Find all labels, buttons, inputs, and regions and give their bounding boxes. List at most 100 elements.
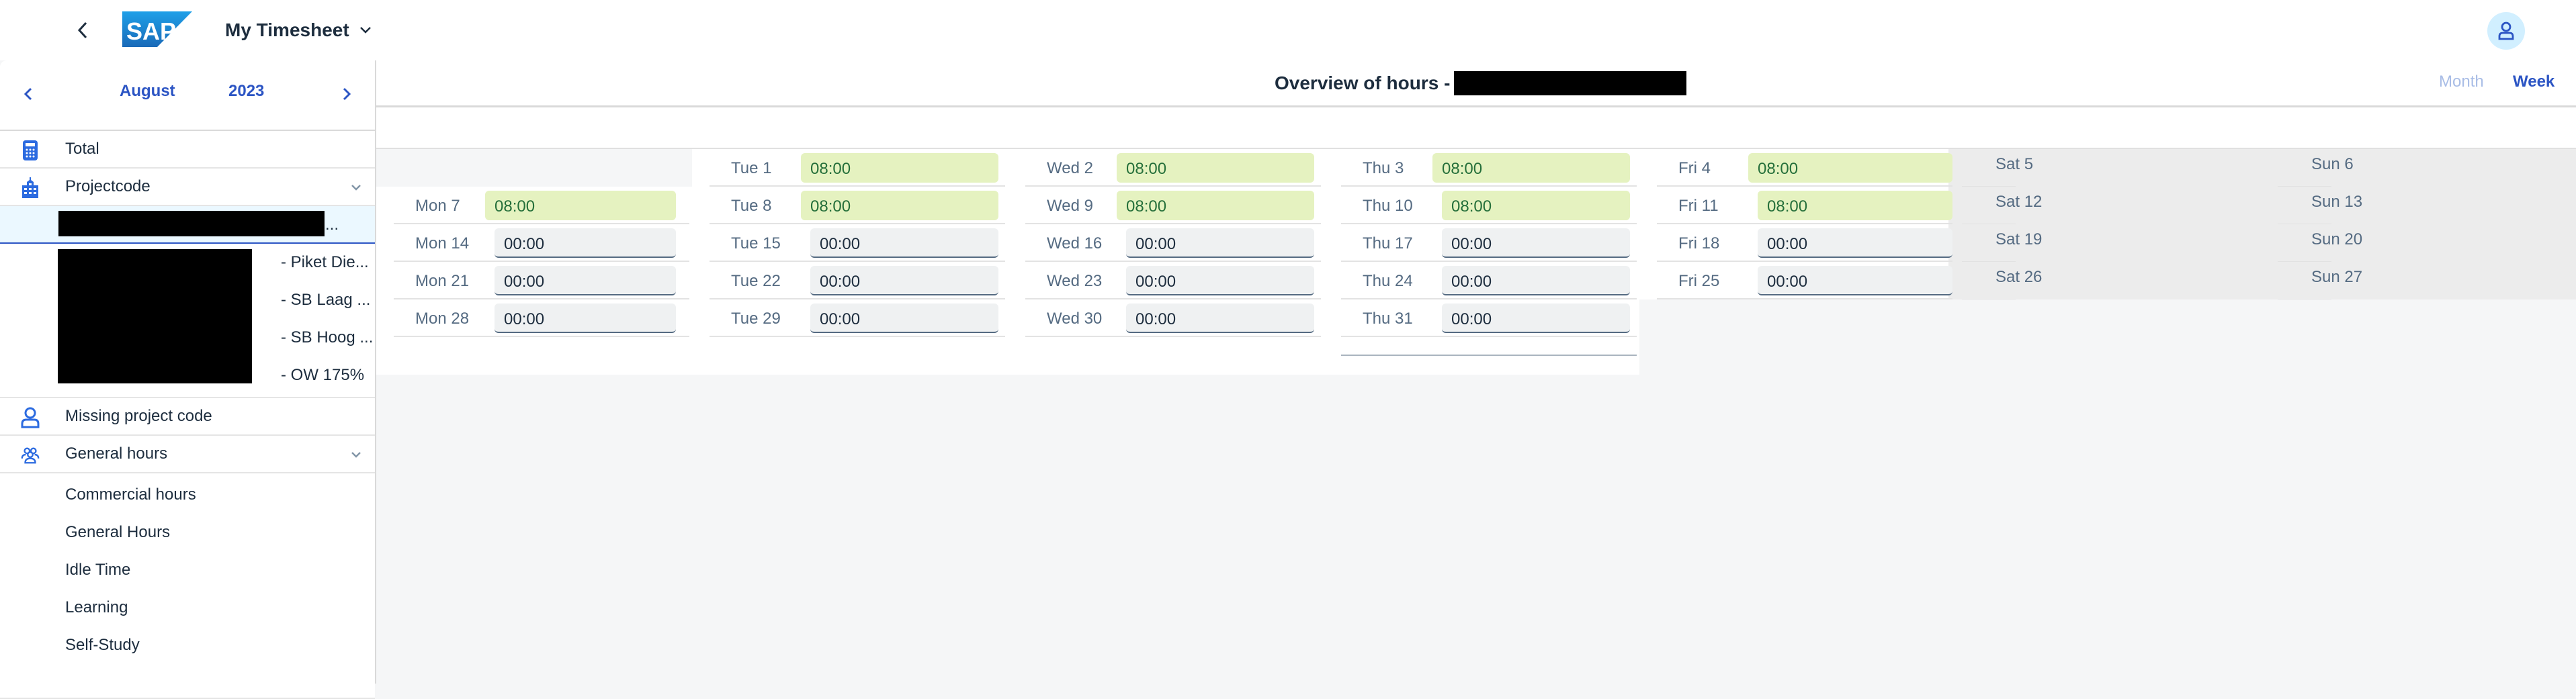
building-icon <box>20 177 40 198</box>
sub-item-self-study[interactable]: Self-Study <box>0 626 375 664</box>
hours-input[interactable]: 08:00 <box>1442 191 1630 220</box>
day-label: Mon 7 <box>415 197 460 215</box>
day-cell: Mon 14 00:00 <box>394 224 689 262</box>
hours-input[interactable]: 00:00 <box>495 304 676 333</box>
day-label: Sun 20 <box>2311 230 2363 248</box>
day-label: Wed 16 <box>1047 234 1103 252</box>
hours-input[interactable]: 00:00 <box>495 228 676 258</box>
chevron-down-icon[interactable] <box>349 448 363 461</box>
view-week-button[interactable]: Week <box>2513 73 2554 91</box>
day-label: Mon 21 <box>415 272 470 290</box>
hours-input[interactable]: 00:00 <box>810 266 998 295</box>
sub-item-commercial-hours[interactable]: Commercial hours <box>0 476 375 514</box>
weekend-area: Sat 5 Sun 6 Sat 12 Sun 13 Sat 19 Sun 20 Sat 26… <box>1948 149 2576 299</box>
group-icon <box>20 445 40 465</box>
hours-input[interactable]: 00:00 <box>1442 228 1630 258</box>
day-cell: Tue 15 00:00 <box>710 224 1005 262</box>
list-item-total[interactable]: Total <box>0 131 375 169</box>
day-cell: Mon 21 00:00 <box>394 262 689 299</box>
day-cell: Tue 8 08:00 <box>710 187 1005 224</box>
day-cell: Fri 11 08:00 <box>1657 187 1952 224</box>
day-label: Wed 30 <box>1047 310 1103 328</box>
day-label: Thu 17 <box>1363 234 1413 252</box>
redacted-employee-name <box>1454 71 1687 95</box>
hours-input[interactable]: 08:00 <box>801 153 998 183</box>
view-month-button[interactable]: Month <box>2439 73 2484 91</box>
year-label[interactable]: 2023 <box>228 82 264 101</box>
page-title: Overview of hours - <box>1275 71 1687 95</box>
sub-item-label: Self-Study <box>65 636 140 654</box>
month-label[interactable]: August <box>120 82 175 101</box>
hours-input[interactable]: 08:00 <box>1117 191 1314 220</box>
hours-input[interactable]: 00:00 <box>1442 266 1630 295</box>
next-month-button[interactable] <box>333 81 360 107</box>
chevron-right-icon <box>343 87 351 101</box>
day-label: Thu 31 <box>1363 310 1413 328</box>
sub-item-learning[interactable]: Learning <box>0 589 375 626</box>
day-label: Fri 25 <box>1678 272 1720 290</box>
day-label: Sat 5 <box>1995 155 2034 173</box>
hours-input[interactable]: 00:00 <box>1758 266 1952 295</box>
day-cell: Tue 29 00:00 <box>710 299 1005 337</box>
hours-input[interactable]: 00:00 <box>1126 228 1314 258</box>
sub-item-idle-time[interactable]: Idle Time <box>0 551 375 589</box>
weekend-day-cell: Sun 6 <box>2278 149 2354 187</box>
hours-input[interactable]: 00:00 <box>1126 304 1314 333</box>
project-subitem[interactable]: - Piket Die... <box>281 253 369 272</box>
project-subitem[interactable]: - SB Laag ... <box>281 291 370 310</box>
list-item-label: Projectcode <box>65 177 151 195</box>
hours-input[interactable]: 08:00 <box>1117 153 1314 183</box>
hours-input[interactable]: 00:00 <box>1442 304 1630 333</box>
sidebar: August 2023 Total Projectcode ... - Pike… <box>0 60 376 699</box>
sub-item-general-hours[interactable]: General Hours <box>0 514 375 551</box>
hours-input[interactable]: 08:00 <box>1432 153 1630 183</box>
weekend-day-cell: Sat 19 <box>1962 224 2042 262</box>
app-title-menu[interactable]: My Timesheet <box>225 15 372 46</box>
previous-month-button[interactable] <box>15 81 42 107</box>
hours-input[interactable]: 08:00 <box>801 191 998 220</box>
hours-input[interactable]: 00:00 <box>495 266 676 295</box>
chevron-left-icon <box>77 21 87 39</box>
hours-input[interactable]: 00:00 <box>1126 266 1314 295</box>
day-label: Tue 22 <box>731 272 781 290</box>
page-title-text: Overview of hours - <box>1275 73 1451 93</box>
hours-input[interactable]: 00:00 <box>810 304 998 333</box>
day-label: Sun 13 <box>2311 193 2363 211</box>
hours-input[interactable]: 00:00 <box>1758 228 1952 258</box>
day-cell: Fri 25 00:00 <box>1657 262 1952 299</box>
app-title: My Timesheet <box>225 19 349 40</box>
sub-item-label: Learning <box>65 598 128 616</box>
day-label: Wed 23 <box>1047 272 1103 290</box>
day-label: Wed 9 <box>1047 197 1093 215</box>
hours-input[interactable]: 00:00 <box>810 228 998 258</box>
list-item-selected-project[interactable]: ... <box>0 206 375 244</box>
project-subitem[interactable]: - SB Hoog ... <box>281 328 373 347</box>
list-item-missing-project-code[interactable]: Missing project code <box>0 398 375 436</box>
day-label: Tue 1 <box>731 159 772 177</box>
hours-input[interactable]: 08:00 <box>1748 153 1952 183</box>
day-label: Sun 6 <box>2311 155 2354 173</box>
weekend-day-cell: Sun 20 <box>2278 224 2362 262</box>
day-cell: Wed 16 00:00 <box>1025 224 1321 262</box>
day-cell: Tue 22 00:00 <box>710 262 1005 299</box>
month-navigator: August 2023 <box>0 60 375 131</box>
hours-input[interactable]: 08:00 <box>1758 191 1952 220</box>
day-label: Fri 18 <box>1678 234 1720 252</box>
day-cell: Mon 7 08:00 <box>394 187 689 224</box>
back-button[interactable] <box>73 17 93 43</box>
day-label: Sat 19 <box>1995 230 2043 248</box>
project-subitem[interactable]: - OW 175% <box>281 366 364 385</box>
weekend-day-cell: Sat 12 <box>1962 187 2042 224</box>
weekend-day-cell: Sat 5 <box>1962 149 2033 187</box>
day-label: Thu 10 <box>1363 197 1413 215</box>
user-avatar-button[interactable] <box>2487 12 2525 50</box>
svg-text:SAP: SAP <box>126 17 176 45</box>
day-label: Tue 8 <box>731 197 772 215</box>
shell-bar: SAP My Timesheet <box>0 0 2576 60</box>
ellipsis: ... <box>325 216 339 234</box>
chevron-down-icon[interactable] <box>349 181 363 194</box>
hours-input[interactable]: 08:00 <box>485 191 676 220</box>
day-label: Thu 24 <box>1363 272 1413 290</box>
list-item-general-hours[interactable]: General hours <box>0 436 375 473</box>
list-item-projectcode[interactable]: Projectcode <box>0 169 375 206</box>
